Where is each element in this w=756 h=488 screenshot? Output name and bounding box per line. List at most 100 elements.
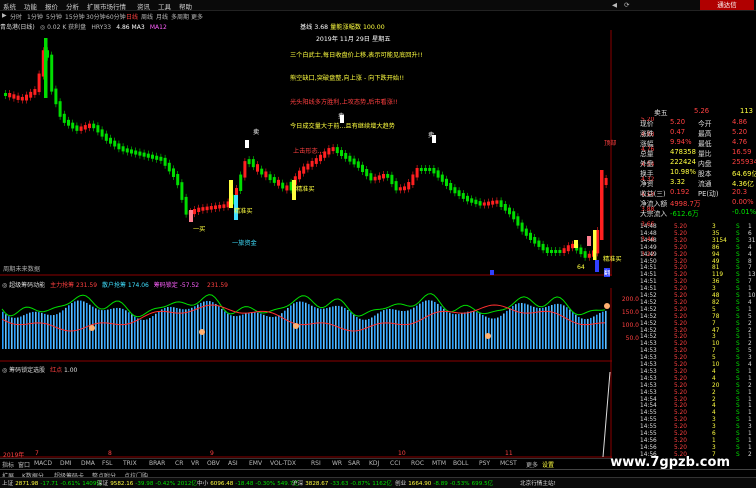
candle-body <box>20 96 24 101</box>
menu-item-function[interactable]: 功能 <box>24 1 37 11</box>
period-tab-5min[interactable]: 5分钟 <box>46 12 62 21</box>
indicator1-bar <box>110 308 112 349</box>
indicator-tab-23[interactable]: MCST <box>500 460 517 467</box>
menu-item-analysis[interactable]: 分析 <box>66 1 79 11</box>
tick-d: S <box>736 224 740 230</box>
period-tab-monthly[interactable]: 月线 <box>156 12 168 21</box>
candle-body <box>58 101 62 117</box>
quote-row-9: 大宗流入 -612.6万 -0.01% <box>640 208 756 218</box>
indicator1-bar <box>302 301 304 349</box>
indicator1-bar <box>401 310 403 349</box>
period-tab-more[interactable]: 更多 <box>191 12 203 21</box>
indicator1-bar <box>530 305 532 349</box>
period-tab-60min[interactable]: 60分钟 <box>106 12 126 21</box>
tick-d: S <box>736 424 740 431</box>
tick-t: 14:53 <box>640 375 657 382</box>
indicator1-chart[interactable]: 200.0 150.0 100.0 50.0 <box>0 288 640 362</box>
period-tab-daily[interactable]: 日线 <box>126 12 138 21</box>
indicator-tab-0[interactable]: 指标 <box>2 460 14 469</box>
indicator-tab-9[interactable]: VR <box>191 460 199 467</box>
tick-p: 5.20 <box>674 396 687 403</box>
candle-body <box>545 247 549 253</box>
indicator-tab-17[interactable]: KDJ <box>369 460 379 467</box>
candle-body <box>461 193 465 199</box>
indicator2-chart[interactable] <box>0 362 612 458</box>
indicator-tab-13[interactable]: VOL-TDX <box>270 460 296 467</box>
indicator-tab-18[interactable]: CCI <box>390 460 400 467</box>
index-value: 6096.48 <box>210 481 234 487</box>
indicator1-bar <box>26 313 28 349</box>
menu-item-quote[interactable]: 报价 <box>45 1 58 11</box>
candle-body <box>566 245 570 252</box>
indicator1-bar <box>2 311 4 349</box>
xaxis-label-5: 11 <box>505 450 513 457</box>
indicator1-bar <box>230 315 232 349</box>
candle-body <box>508 207 511 215</box>
tick-n: 1 <box>748 444 752 451</box>
period-tab-15min[interactable]: 15分钟 <box>65 12 85 21</box>
indicator-tab-16[interactable]: SAR <box>348 460 360 467</box>
period-tab-1min[interactable]: 1分钟 <box>27 12 43 21</box>
indicator-tab-2[interactable]: MACD <box>34 460 52 467</box>
period-tab-tick[interactable]: ▶ <box>2 12 7 19</box>
index-quote-0[interactable]: 上证 2871.98 -17.71 -0.61% 1409亿 <box>2 479 104 487</box>
menu-item-news[interactable]: 资讯 <box>137 1 150 11</box>
indicator-tab-19[interactable]: ROC <box>411 460 424 467</box>
candle-body <box>516 216 520 226</box>
candle-body <box>550 250 553 253</box>
period-tab-weekly[interactable]: 周线 <box>141 12 153 21</box>
tick-t: 14:53 <box>640 382 657 389</box>
tick-n: 2 <box>748 341 752 348</box>
menu-item-tools[interactable]: 工具 <box>158 1 171 11</box>
period-tab-multi[interactable]: 多周期 <box>171 12 189 21</box>
tick-p: 5.20 <box>674 437 687 444</box>
xaxis-label-1: 7 <box>35 450 39 457</box>
indicator-tab-11[interactable]: ASI <box>228 460 238 467</box>
candle-body <box>222 204 226 208</box>
indicator-tab-1[interactable]: 窗口 <box>18 460 30 469</box>
index-quote-2[interactable]: 中小 6096.48 -18.48 -0.30% 549.7亿 <box>197 479 301 487</box>
index-quote-3[interactable]: 沪深 3828.67 -33.63 -0.87% 1162亿 <box>292 479 394 487</box>
indicator-tab-20[interactable]: MTM <box>432 460 446 467</box>
indicator1-bar <box>575 314 577 349</box>
tick-p: 5.20 <box>674 444 687 451</box>
indicator1-bar <box>47 314 49 349</box>
indicator-tab-6[interactable]: TRIX <box>123 460 137 467</box>
candle-body <box>529 232 532 240</box>
tick-v: 4 <box>712 410 716 417</box>
indicator1-bar <box>86 302 88 349</box>
indicator-tab-3[interactable]: DMI <box>60 460 72 467</box>
indicator-tab-25[interactable]: 设置 <box>542 460 554 469</box>
indicator-tab-5[interactable]: FSL <box>102 460 113 467</box>
menu-item-extended-market[interactable]: 扩展市场行情 <box>87 1 126 11</box>
indicator-tab-4[interactable]: DMA <box>81 460 95 467</box>
indicator1-bar <box>221 308 223 349</box>
candle-body <box>440 174 444 182</box>
indicator-tab-8[interactable]: CR <box>175 460 183 467</box>
indicator-tab-24[interactable]: 更多 <box>526 460 538 469</box>
indicator-tab-7[interactable]: BRAR <box>149 460 165 467</box>
quote-v1: 9.94% <box>670 138 692 146</box>
candle-body <box>272 177 276 183</box>
indicator-tab-15[interactable]: WR <box>332 460 342 467</box>
indicator-tab-21[interactable]: BOLL <box>453 460 468 467</box>
index-quote-4[interactable]: 创业 1664.90 -8.89 -0.53% 699.5亿 <box>395 479 495 487</box>
quote-row-2: 涨幅 9.94% 最低 4.76 <box>640 138 756 148</box>
indicator-tab-10[interactable]: OBV <box>207 460 220 467</box>
tick-t: 14:54 <box>640 396 657 403</box>
tick-v: 36 <box>712 279 720 286</box>
index-quote-1[interactable]: 深证 9582.16 -39.98 -0.42% 2012亿 <box>97 479 199 487</box>
menu-item-system[interactable]: 系统 <box>3 1 16 11</box>
tick-t: 14:51 <box>640 272 657 279</box>
quote-l1: 涨幅 <box>640 140 654 148</box>
menu-item-help[interactable]: 帮助 <box>179 1 192 11</box>
candle-body <box>12 94 16 99</box>
indicator1-bar <box>224 311 226 349</box>
indicator-tab-22[interactable]: PSY <box>479 460 490 467</box>
period-tab-30min[interactable]: 30分钟 <box>86 12 106 21</box>
tick-t: 14:48 <box>640 230 657 237</box>
tick-n: 5 <box>748 348 752 355</box>
indicator-tab-14[interactable]: RSI <box>311 460 321 467</box>
indicator-tab-12[interactable]: EMV <box>249 460 262 467</box>
period-tab-timeshare[interactable]: 分时 <box>10 12 22 21</box>
